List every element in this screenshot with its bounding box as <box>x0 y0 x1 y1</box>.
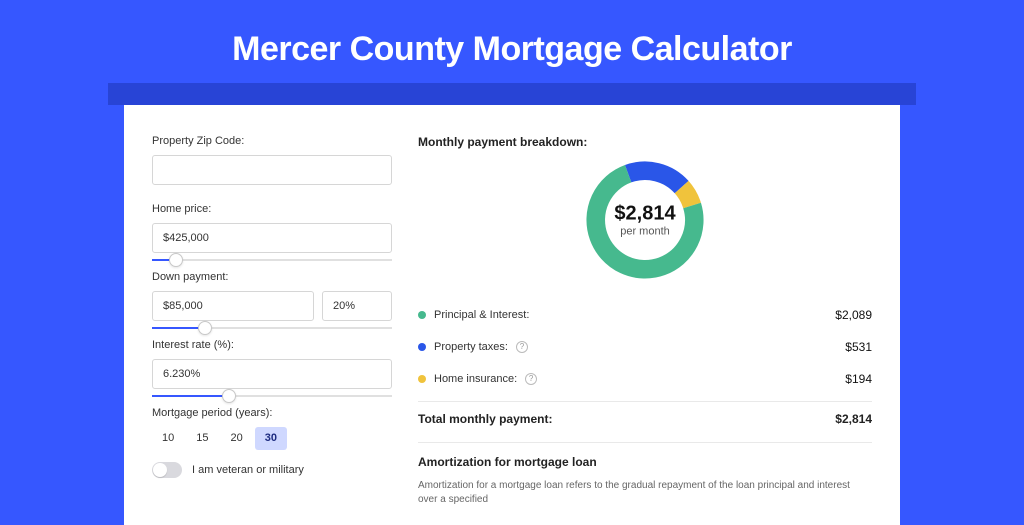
period-button-10[interactable]: 10 <box>152 427 184 450</box>
total-label: Total monthly payment: <box>418 412 552 426</box>
period-button-30[interactable]: 30 <box>255 427 287 450</box>
amort-title: Amortization for mortgage loan <box>418 455 872 469</box>
total-row: Total monthly payment: $2,814 <box>418 401 872 438</box>
legend-dot-icon <box>418 375 426 383</box>
rate-slider[interactable] <box>152 395 392 397</box>
rate-input[interactable]: 6.230% <box>152 359 392 389</box>
donut-amount: $2,814 <box>614 203 675 226</box>
inputs-column: Property Zip Code: Home price: $425,000 … <box>152 135 392 525</box>
down-payment-slider[interactable] <box>152 327 392 329</box>
veteran-toggle[interactable] <box>152 462 182 478</box>
amort-text: Amortization for a mortgage loan refers … <box>418 479 872 507</box>
rate-label: Interest rate (%): <box>152 339 392 351</box>
amortization-section: Amortization for mortgage loan Amortizat… <box>418 442 872 507</box>
breakdown-column: Monthly payment breakdown: $2,814 per mo… <box>418 135 872 525</box>
home-price-input[interactable]: $425,000 <box>152 223 392 253</box>
rate-value: 6.230% <box>163 368 200 380</box>
down-payment-label: Down payment: <box>152 271 392 283</box>
period-label: Mortgage period (years): <box>152 407 392 419</box>
period-button-20[interactable]: 20 <box>221 427 253 450</box>
home-price-label: Home price: <box>152 203 392 215</box>
accent-bar <box>108 83 916 105</box>
donut-sub: per month <box>614 226 675 238</box>
legend-amount: $2,089 <box>835 308 872 322</box>
zip-label: Property Zip Code: <box>152 135 392 147</box>
total-amount: $2,814 <box>835 412 872 426</box>
down-payment-group: Down payment: $85,000 20% <box>152 271 392 321</box>
help-icon[interactable]: ? <box>525 373 537 385</box>
veteran-label: I am veteran or military <box>192 464 304 476</box>
down-payment-input[interactable]: $85,000 <box>152 291 314 321</box>
legend-row: Principal & Interest: $2,089 <box>418 299 872 331</box>
down-payment-pct-value: 20% <box>333 300 355 312</box>
legend-label: Home insurance: <box>434 373 517 385</box>
veteran-row: I am veteran or military <box>152 462 392 478</box>
legend-row: Property taxes:? $531 <box>418 331 872 363</box>
legend-amount: $194 <box>845 372 872 386</box>
breakdown-title: Monthly payment breakdown: <box>418 135 872 149</box>
home-price-group: Home price: $425,000 <box>152 203 392 253</box>
down-payment-value: $85,000 <box>163 300 203 312</box>
help-icon[interactable]: ? <box>516 341 528 353</box>
home-price-value: $425,000 <box>163 232 209 244</box>
calculator-card: Property Zip Code: Home price: $425,000 … <box>124 105 900 525</box>
legend-amount: $531 <box>845 340 872 354</box>
down-payment-pct-input[interactable]: 20% <box>322 291 392 321</box>
page-title: Mercer County Mortgage Calculator <box>0 0 1024 83</box>
period-group: Mortgage period (years): 10152030 <box>152 407 392 450</box>
legend-row: Home insurance:? $194 <box>418 363 872 395</box>
toggle-knob-icon <box>153 463 167 477</box>
rate-group: Interest rate (%): 6.230% <box>152 339 392 389</box>
legend-label: Property taxes: <box>434 341 508 353</box>
period-button-15[interactable]: 15 <box>186 427 218 450</box>
zip-group: Property Zip Code: <box>152 135 392 185</box>
period-buttons: 10152030 <box>152 427 392 450</box>
home-price-slider[interactable] <box>152 259 392 261</box>
donut-chart: $2,814 per month <box>418 155 872 285</box>
legend-label: Principal & Interest: <box>434 309 529 321</box>
legend: Principal & Interest: $2,089 Property taxe… <box>418 299 872 395</box>
legend-dot-icon <box>418 343 426 351</box>
legend-dot-icon <box>418 311 426 319</box>
zip-input[interactable] <box>152 155 392 185</box>
